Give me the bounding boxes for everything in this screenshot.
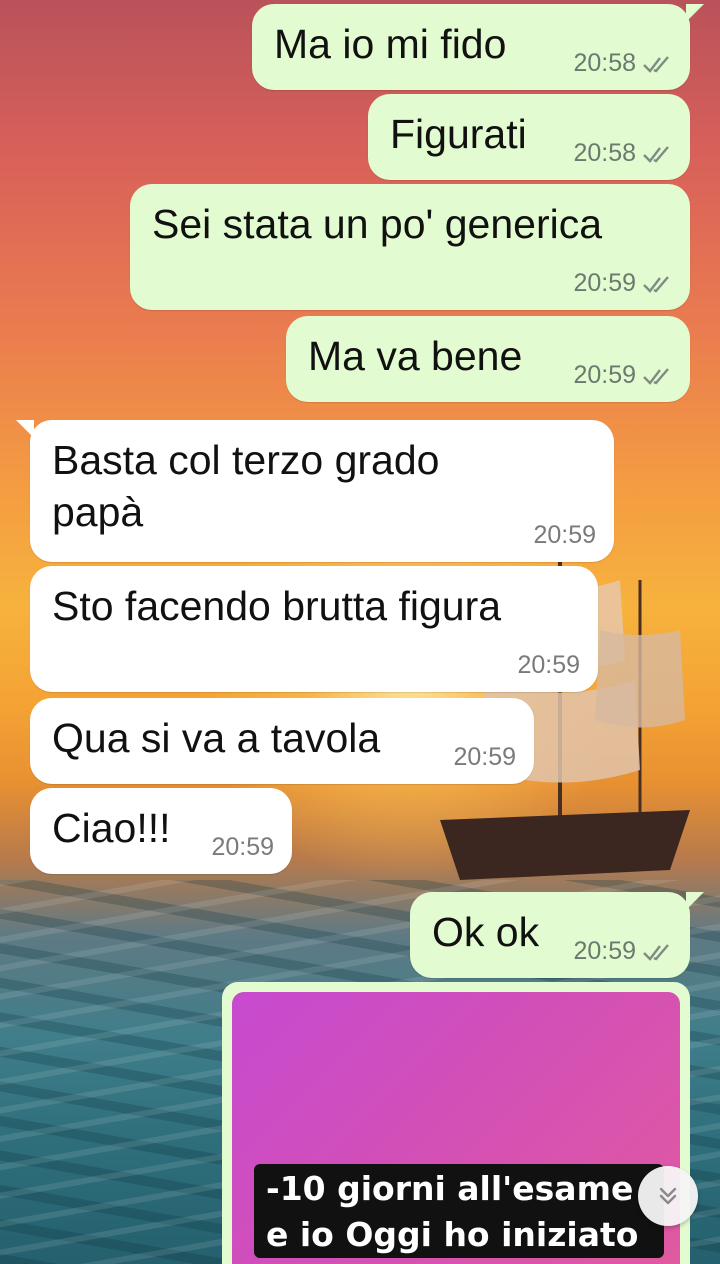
message-meta: 20:59 (573, 361, 672, 390)
message-text: Ok ok (432, 909, 540, 955)
message-bubble-incoming[interactable]: Ciao!!! 20:59 (30, 788, 292, 874)
message-bubble-incoming[interactable]: Qua si va a tavola 20:59 (30, 698, 534, 784)
message-bubble-outgoing[interactable]: Figurati 20:58 (368, 94, 690, 180)
double-check-icon (643, 367, 669, 385)
message-time: 20:59 (517, 651, 580, 679)
message-bubble-outgoing[interactable]: Ma va bene 20:59 (286, 316, 690, 402)
message-text: Sei stata un po' generica (152, 201, 603, 247)
message-text: Qua si va a tavola (52, 715, 381, 761)
message-meta: 20:58 (573, 139, 672, 168)
message-time: 20:59 (211, 833, 274, 861)
media-caption: -10 giorni all'esame e io Oggi ho inizia… (254, 1164, 664, 1258)
message-time: 20:59 (533, 521, 596, 549)
message-time: 20:59 (453, 743, 516, 771)
double-check-icon (643, 943, 669, 961)
media-image[interactable]: -10 giorni all'esame e io Oggi ho inizia… (232, 992, 680, 1264)
message-bubble-incoming[interactable]: Basta col terzo grado papà 20:59 (16, 420, 614, 562)
message-bubble-incoming[interactable]: Sto facendo brutta figura 20:59 (30, 566, 598, 692)
message-text: Ma va bene (308, 333, 523, 379)
message-text: Basta col terzo grado papà (52, 437, 440, 535)
message-text: Figurati (390, 111, 527, 157)
message-text: Ma io mi fido (274, 21, 507, 67)
scroll-to-bottom-button[interactable] (638, 1166, 698, 1226)
message-text: Ciao!!! (52, 805, 171, 851)
message-meta: 20:59 (533, 521, 596, 550)
message-text: Sto facendo brutta figura (52, 583, 502, 629)
double-check-icon (643, 275, 669, 293)
message-bubble-outgoing[interactable]: Ok ok 20:59 (410, 892, 704, 978)
double-check-icon (643, 55, 669, 73)
message-meta: 20:59 (573, 937, 672, 966)
double-chevron-down-icon (659, 1187, 677, 1205)
message-meta: 20:59 (517, 651, 580, 680)
message-bubble-outgoing[interactable]: Ma io mi fido 20:58 (252, 4, 704, 90)
message-time: 20:59 (573, 361, 636, 389)
message-meta: 20:58 (573, 49, 672, 78)
message-time: 20:58 (573, 139, 636, 167)
media-message[interactable]: -10 giorni all'esame e io Oggi ho inizia… (222, 982, 690, 1264)
message-bubble-outgoing[interactable]: Sei stata un po' generica 20:59 (130, 184, 690, 310)
message-time: 20:59 (573, 269, 636, 297)
message-meta: 20:59 (573, 269, 672, 298)
message-time: 20:58 (573, 49, 636, 77)
message-time: 20:59 (573, 937, 636, 965)
message-meta: 20:59 (211, 833, 274, 862)
double-check-icon (643, 145, 669, 163)
message-meta: 20:59 (453, 743, 516, 772)
